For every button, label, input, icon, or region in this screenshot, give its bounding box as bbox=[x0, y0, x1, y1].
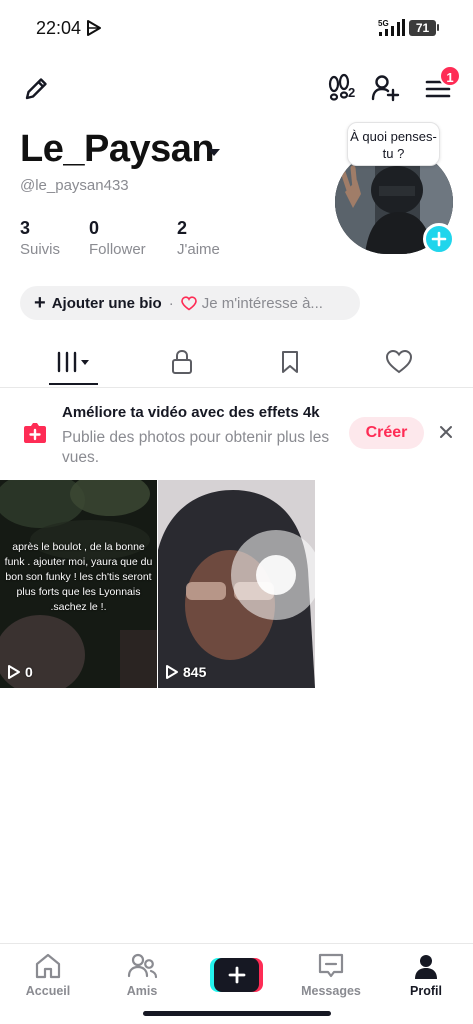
profile-handle: @le_paysan433 bbox=[20, 177, 129, 194]
stat-likes-label: J'aime bbox=[177, 241, 220, 258]
tab-videos[interactable] bbox=[46, 338, 100, 386]
battery-level: 71 bbox=[409, 20, 436, 36]
stat-likes[interactable]: 2 J'aime bbox=[177, 218, 220, 258]
heart-icon bbox=[385, 349, 413, 374]
heart-outline-icon bbox=[180, 295, 197, 311]
bio-chip[interactable]: + Ajouter une bio · Je m'intéresse à... bbox=[20, 286, 360, 320]
profile-icon bbox=[415, 955, 437, 979]
tab-saved[interactable] bbox=[268, 338, 312, 386]
view-count: 0 bbox=[7, 664, 33, 680]
caret-down-icon[interactable] bbox=[206, 146, 222, 158]
add-friend-button[interactable] bbox=[366, 69, 404, 107]
tab-liked[interactable] bbox=[377, 338, 421, 386]
home-indicator bbox=[143, 1011, 331, 1016]
nav-messages[interactable]: Messages bbox=[296, 952, 366, 998]
active-tab-indicator bbox=[49, 383, 98, 385]
promo-banner: Améliore ta vidéo avec des effets 4k Pub… bbox=[0, 390, 473, 476]
status-bar: 22:04 5G 71 bbox=[0, 0, 473, 58]
lock-icon bbox=[172, 349, 192, 374]
interests-label[interactable]: Je m'intéresse à... bbox=[202, 295, 323, 312]
create-post-button[interactable] bbox=[210, 958, 263, 992]
promo-title: Améliore ta vidéo avec des effets 4k bbox=[62, 404, 320, 421]
nav-home[interactable]: Accueil bbox=[13, 952, 83, 998]
stat-following[interactable]: 3 Suivis bbox=[20, 218, 60, 258]
promo-description: Publie des photos pour obtenir plus les … bbox=[62, 429, 330, 466]
stat-followers-value: 0 bbox=[89, 218, 100, 238]
tab-private[interactable] bbox=[160, 338, 204, 386]
home-icon bbox=[35, 953, 61, 979]
view-count-value: 0 bbox=[25, 664, 33, 680]
inbox-icon bbox=[318, 953, 344, 978]
play-outline-icon bbox=[8, 665, 20, 679]
plus-icon bbox=[431, 231, 447, 247]
profile-username[interactable]: Le_Paysan bbox=[20, 128, 215, 171]
video-thumbnail[interactable]: 845 bbox=[158, 480, 315, 688]
view-count: 845 bbox=[165, 664, 206, 680]
nav-messages-label: Messages bbox=[301, 984, 361, 998]
network-label: 5G bbox=[378, 19, 389, 28]
plus-icon bbox=[228, 966, 245, 984]
nav-friends[interactable]: Amis bbox=[107, 952, 177, 998]
friends-icon bbox=[127, 953, 158, 979]
video-thumbnail-image bbox=[158, 480, 315, 688]
bio-separator: · bbox=[168, 294, 174, 312]
create-button[interactable]: Créer bbox=[349, 417, 424, 449]
cellular-signal-icon: 5G bbox=[378, 19, 405, 36]
video-caption: après le boulot , de la bonne funk . ajo… bbox=[4, 541, 153, 613]
add-story-button[interactable] bbox=[423, 223, 455, 255]
battery-tip bbox=[437, 24, 439, 31]
add-user-icon bbox=[371, 75, 400, 102]
close-icon[interactable] bbox=[436, 422, 456, 442]
grid-videos-icon bbox=[57, 351, 89, 373]
bookmark-icon bbox=[282, 351, 298, 373]
add-bio-label[interactable]: Ajouter une bio bbox=[52, 295, 162, 312]
view-count-value: 845 bbox=[183, 664, 207, 680]
thought-bubble[interactable]: À quoi penses-tu ? bbox=[347, 122, 440, 166]
play-outline-icon bbox=[166, 665, 178, 679]
profile-top-bar: 2 1 bbox=[0, 65, 473, 111]
stat-likes-value: 2 bbox=[177, 218, 188, 238]
stat-following-label: Suivis bbox=[20, 241, 61, 258]
stat-followers-label: Follower bbox=[89, 241, 146, 258]
nav-home-label: Accueil bbox=[25, 984, 71, 998]
plus-icon: + bbox=[34, 292, 46, 314]
status-time: 22:04 bbox=[36, 18, 82, 38]
nav-profile[interactable]: Profil bbox=[391, 952, 461, 998]
stat-following-value: 3 bbox=[20, 218, 31, 238]
video-thumbnail[interactable]: après le boulot , de la bonne funk . ajo… bbox=[0, 480, 157, 688]
edit-profile-button[interactable] bbox=[18, 71, 54, 107]
pencil-icon bbox=[25, 78, 47, 100]
nav-profile-label: Profil bbox=[410, 984, 442, 998]
notification-badge: 1 bbox=[439, 65, 461, 87]
profile-tabs bbox=[0, 338, 473, 388]
add-photo-icon bbox=[24, 423, 46, 443]
nav-friends-label: Amis bbox=[126, 984, 158, 998]
play-store-icon bbox=[87, 20, 101, 36]
stat-followers[interactable]: 0 Follower bbox=[89, 218, 146, 258]
create-post-body bbox=[214, 958, 259, 992]
profile-visitors-count: 2 bbox=[348, 85, 356, 100]
